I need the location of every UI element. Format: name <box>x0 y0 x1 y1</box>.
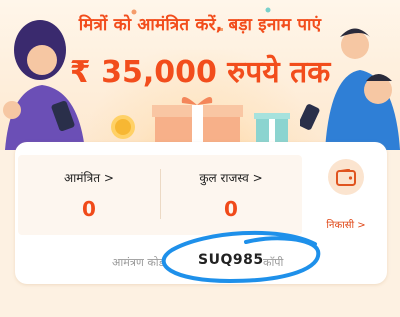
stats-panel: आमंत्रित > 0 कुल राजस्व > 0 <box>18 155 302 235</box>
withdraw-label: निकासी > <box>326 220 366 231</box>
wallet-icon <box>336 169 356 186</box>
referral-card: आमंत्रित > 0 कुल राजस्व > 0 निकासी > आमं… <box>15 142 387 284</box>
invited-stat[interactable]: आमंत्रित > 0 <box>18 155 160 235</box>
withdraw-button[interactable]: निकासी > <box>308 155 384 235</box>
invite-code-row: आमंत्रण कोड SUQ985 कॉपी <box>15 250 387 274</box>
promo-banner: मित्रों को आमंत्रित करें, बड़ा इनाम पाएं… <box>0 0 400 150</box>
invite-code-value[interactable]: SUQ985 <box>198 252 264 268</box>
copy-button[interactable]: कॉपी <box>263 255 283 270</box>
coin-illustration <box>111 115 135 139</box>
revenue-total: 0 <box>224 197 238 221</box>
revenue-stat[interactable]: कुल राजस्व > 0 <box>160 155 302 235</box>
invite-code-label: आमंत्रण कोड <box>112 256 165 269</box>
banner-headline: मित्रों को आमंत्रित करें, बड़ा इनाम पाएं <box>78 15 322 35</box>
small-gift-illustration <box>254 113 290 145</box>
reward-amount: ₹ 35,000 रुपये तक <box>69 55 331 90</box>
revenue-label: कुल राजस्व > <box>199 171 263 185</box>
invited-label: आमंत्रित > <box>64 171 114 185</box>
invited-count: 0 <box>82 197 96 221</box>
